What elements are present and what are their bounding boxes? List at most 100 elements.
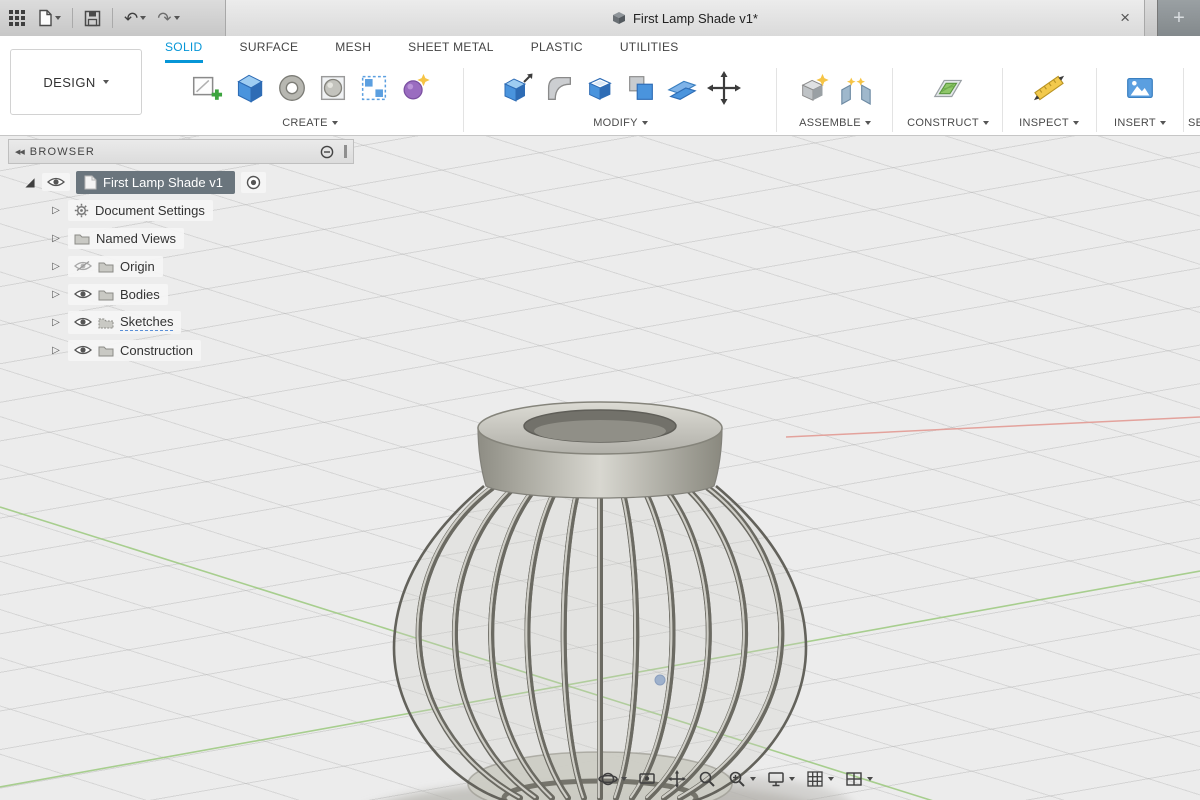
item-label: Sketches xyxy=(120,314,173,331)
insert-canvas-button[interactable] xyxy=(1122,71,1158,108)
group-label-construct[interactable]: CONSTRUCT xyxy=(907,114,989,132)
pan-button[interactable] xyxy=(667,769,687,789)
shell-button[interactable] xyxy=(583,71,617,108)
new-component-button[interactable] xyxy=(797,71,831,108)
chevron-down-icon xyxy=(1160,121,1166,125)
save-icon xyxy=(84,10,101,27)
pan-icon xyxy=(667,769,687,789)
extrude-button[interactable] xyxy=(230,69,268,110)
panel-grip[interactable] xyxy=(344,145,347,158)
collapse-panel-icon[interactable]: ◀◀ xyxy=(15,148,24,156)
eye-icon[interactable] xyxy=(74,316,92,328)
expand-arrow-icon[interactable]: ▷ xyxy=(50,317,62,328)
group-label-create[interactable]: CREATE xyxy=(282,114,338,132)
look-at-button[interactable] xyxy=(637,769,657,789)
tab-utilities[interactable]: UTILITIES xyxy=(620,40,679,63)
group-label-assemble[interactable]: ASSEMBLE xyxy=(799,114,871,132)
app-menu-button[interactable] xyxy=(8,9,26,27)
expand-arrow-icon[interactable]: ▷ xyxy=(50,345,62,356)
expand-arrow-icon[interactable]: ▷ xyxy=(50,233,62,244)
undo-button[interactable]: ↶ xyxy=(124,10,146,27)
eye-hidden-icon[interactable] xyxy=(74,260,92,272)
joint-button[interactable] xyxy=(838,71,874,108)
viewports-button[interactable] xyxy=(844,769,873,789)
redo-button[interactable]: ↷ xyxy=(157,10,179,27)
browser-item-sketches[interactable]: ▷ Sketches xyxy=(8,308,354,336)
fillet-icon xyxy=(542,71,576,105)
create-sketch-button[interactable] xyxy=(189,71,223,108)
workspace-selector[interactable]: DESIGN xyxy=(10,49,142,115)
combine-button[interactable] xyxy=(624,71,658,108)
expand-arrow-icon[interactable]: ◢ xyxy=(24,175,36,189)
folder-icon xyxy=(98,344,114,357)
browser-item-origin[interactable]: ▷ Origin xyxy=(8,252,354,280)
zoom-window-button[interactable] xyxy=(727,769,756,789)
extrude-icon xyxy=(230,69,268,107)
zoom-icon xyxy=(697,769,717,789)
chevron-down-icon xyxy=(642,121,648,125)
tab-sheet-metal[interactable]: SHEET METAL xyxy=(408,40,494,63)
visibility-toggle[interactable] xyxy=(42,173,70,191)
save-button[interactable] xyxy=(84,10,101,27)
document-tab[interactable]: First Lamp Shade v1* × xyxy=(225,0,1145,36)
root-component[interactable]: First Lamp Shade v1 xyxy=(76,171,235,194)
browser-item-bodies[interactable]: ▷ Bodies xyxy=(8,280,354,308)
measure-button[interactable] xyxy=(1031,71,1067,108)
browser-header[interactable]: ◀◀ BROWSER xyxy=(8,139,354,164)
new-file-button[interactable] xyxy=(37,9,61,27)
group-label-insert[interactable]: INSERT xyxy=(1114,114,1166,132)
measure-icon xyxy=(1031,71,1067,105)
move-copy-button[interactable] xyxy=(706,70,742,109)
new-tab-button[interactable]: + xyxy=(1157,0,1200,36)
divider xyxy=(1183,68,1184,132)
group-label-inspect[interactable]: INSPECT xyxy=(1019,114,1079,132)
expand-arrow-icon[interactable]: ▷ xyxy=(50,205,62,216)
orbit-button[interactable] xyxy=(598,769,627,789)
fillet-button[interactable] xyxy=(542,71,576,108)
revolve-button[interactable] xyxy=(275,71,309,108)
pattern-button[interactable] xyxy=(357,71,391,108)
browser-item-construction[interactable]: ▷ Construction xyxy=(8,336,354,364)
minimize-panel-icon[interactable] xyxy=(320,145,334,159)
group-label-modify[interactable]: MODIFY xyxy=(593,114,648,132)
tab-mesh[interactable]: MESH xyxy=(335,40,371,63)
tab-solid[interactable]: SOLID xyxy=(165,40,203,63)
document-title: First Lamp Shade v1* xyxy=(633,11,758,26)
tab-surface[interactable]: SURFACE xyxy=(240,40,299,63)
eye-icon[interactable] xyxy=(74,288,92,300)
chevron-down-icon xyxy=(789,777,795,781)
split-body-button[interactable] xyxy=(665,71,699,108)
sweep-button[interactable] xyxy=(316,71,350,108)
group-insert: INSERT xyxy=(1099,64,1181,134)
browser-item-named-views[interactable]: ▷ Named Views xyxy=(8,224,354,252)
grid-snaps-button[interactable] xyxy=(805,769,834,789)
browser-item-root[interactable]: ◢ First Lamp Shade v1 xyxy=(8,168,354,196)
construct-plane-button[interactable] xyxy=(930,71,966,108)
browser-item-document-settings[interactable]: ▷ Document Settings xyxy=(8,196,354,224)
item-label: Bodies xyxy=(120,287,160,302)
chevron-down-icon xyxy=(140,16,146,20)
close-tab-button[interactable]: × xyxy=(1118,7,1132,28)
item-label: Origin xyxy=(120,259,155,274)
combine-icon xyxy=(624,71,658,105)
ribbon-toolbar: DESIGN SOLID SURFACE MESH SHEET METAL PL… xyxy=(0,36,1200,136)
group-label-select[interactable]: SELECT xyxy=(1188,114,1200,132)
display-settings-button[interactable] xyxy=(766,769,795,789)
tab-plastic[interactable]: PLASTIC xyxy=(531,40,583,63)
coil-button[interactable] xyxy=(398,71,432,108)
origin-point xyxy=(655,675,665,685)
activate-component-radio[interactable] xyxy=(241,172,266,193)
workspace-label: DESIGN xyxy=(43,75,95,90)
browser-title: BROWSER xyxy=(30,146,314,158)
divider xyxy=(112,8,113,28)
green-axis-1 xyxy=(0,507,1200,800)
shell-icon xyxy=(583,71,617,105)
zoom-button[interactable] xyxy=(697,769,717,789)
grid-icon xyxy=(805,769,825,789)
cage-body xyxy=(394,486,806,800)
expand-arrow-icon[interactable]: ▷ xyxy=(50,289,62,300)
eye-icon[interactable] xyxy=(74,344,92,356)
expand-arrow-icon[interactable]: ▷ xyxy=(50,261,62,272)
collar-top xyxy=(478,402,722,454)
press-pull-button[interactable] xyxy=(499,70,535,109)
